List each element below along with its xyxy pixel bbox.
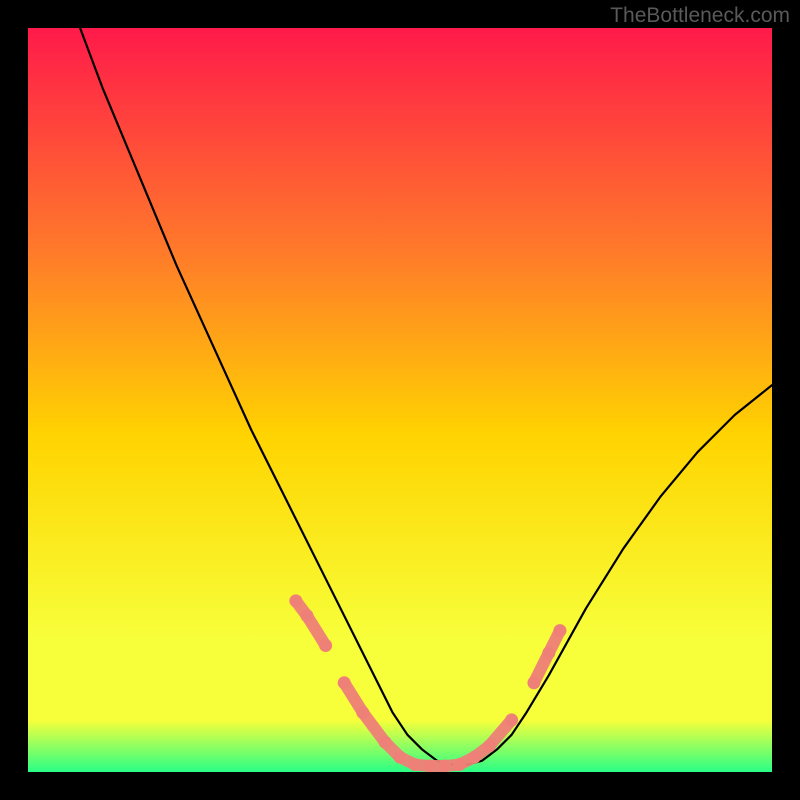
plot-area <box>28 28 772 772</box>
chart-container: TheBottleneck.com <box>0 0 800 800</box>
chart-svg <box>28 28 772 772</box>
watermark-text: TheBottleneck.com <box>610 4 790 28</box>
